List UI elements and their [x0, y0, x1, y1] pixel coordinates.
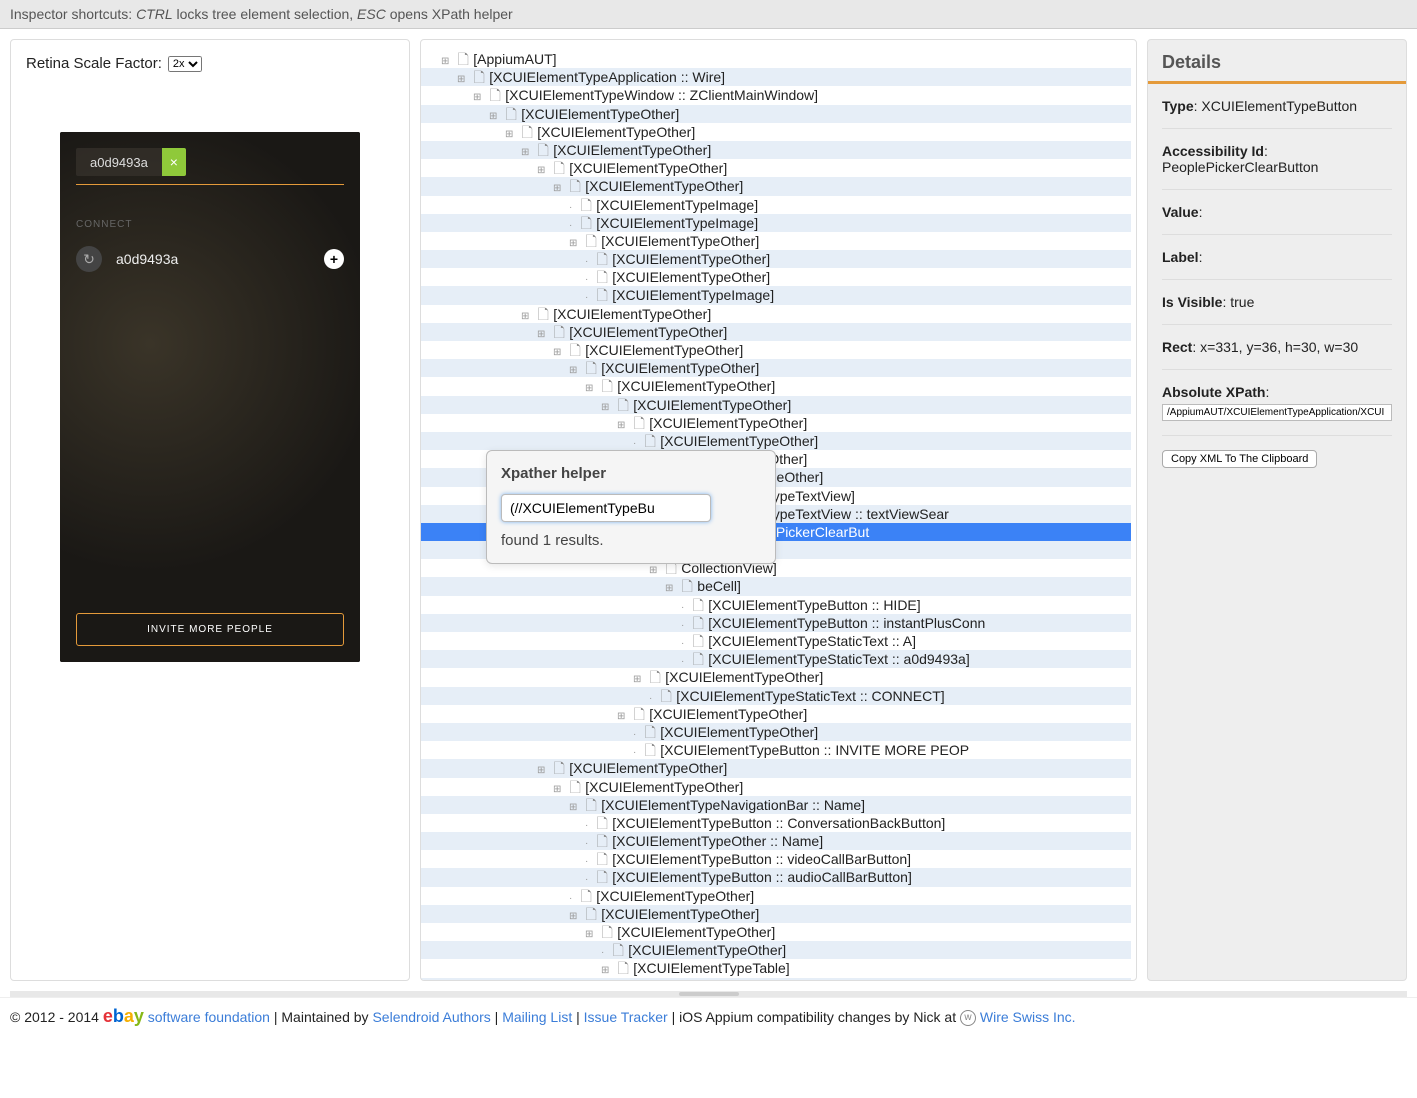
tree-node[interactable]: · 🗋[XCUIElementTypeImage]: [421, 286, 1131, 304]
tree-node[interactable]: ⊞ 🗋[XCUIElementTypeOther]: [421, 668, 1131, 686]
invite-button[interactable]: INVITE MORE PEOPLE: [76, 613, 344, 646]
software-foundation-link[interactable]: software foundation: [148, 1009, 270, 1025]
tree-node[interactable]: ⊞ 🗋[XCUIElementTypeOther]: [421, 377, 1131, 395]
tree-panel: ⊞ 🗋[AppiumAUT]⊞ 🗋[XCUIElementTypeApplica…: [420, 39, 1137, 981]
tree-node[interactable]: ⊞ 🗋[XCUIElementTypeOther]: [421, 141, 1131, 159]
tree-node[interactable]: ⊞ 🗋[XCUIElementTypeOther]: [421, 396, 1131, 414]
connect-heading: CONNECT: [60, 201, 360, 238]
retina-select[interactable]: 2x: [168, 56, 202, 72]
footer: © 2012 - 2014 ebay software foundation |…: [0, 997, 1417, 1035]
tree-node[interactable]: · 🗋[XCUIElementTypeStaticText :: A]: [421, 632, 1131, 650]
tree-node[interactable]: · 🗋[XCUIElementTypeImage]: [421, 196, 1131, 214]
clear-icon[interactable]: ×: [162, 148, 186, 176]
tree-node[interactable]: ⊞ 🗋[XCUIElementTypeOther]: [421, 705, 1131, 723]
copy-xml-button[interactable]: Copy XML To The Clipboard: [1162, 450, 1317, 468]
tree-node[interactable]: ⊞ 🗋[XCUIElementTypeNavigationBar :: Name…: [421, 796, 1131, 814]
wire-link[interactable]: Wire Swiss Inc.: [980, 1009, 1076, 1025]
tree-node[interactable]: ⊞ 🗋[XCUIElementTypeApplication :: Wire]: [421, 68, 1131, 86]
xpather-input[interactable]: [501, 494, 711, 522]
tree-node[interactable]: · 🗋[XCUIElementTypeOther :: Name]: [421, 832, 1131, 850]
detail-label: Label:: [1162, 235, 1392, 280]
tree-node[interactable]: · 🗋[XCUIElementTypeStaticText :: CONNECT…: [421, 687, 1131, 705]
tree-node[interactable]: · 🗋[XCUIElementTypeButton :: INVITE MORE…: [421, 741, 1131, 759]
tree-node[interactable]: · 🗋[XCUIElementTypeOther]: [421, 723, 1131, 741]
detail-value: Value:: [1162, 190, 1392, 235]
tree-node[interactable]: ⊞ 🗋[XCUIElementTypeOther]: [421, 232, 1131, 250]
tree-node[interactable]: ⊞ 🗋[XCUIElementTypeOther]: [421, 414, 1131, 432]
tree-node[interactable]: · 🗋[XCUIElementTypeOther]: [421, 250, 1131, 268]
contact-name: a0d9493a: [116, 251, 324, 267]
tree-node[interactable]: · 🗋[XCUIElementTypeStaticText :: a0d9493…: [421, 650, 1131, 668]
tree-node[interactable]: ⊞ 🗋[XCUIElementTypeTable]: [421, 959, 1131, 977]
tree-node[interactable]: ⊞ 🗋[XCUIElementTypeCell]: [421, 978, 1131, 980]
tree-node[interactable]: · 🗋[XCUIElementTypeButton :: instantPlus…: [421, 614, 1131, 632]
retina-label: Retina Scale Factor:: [26, 55, 162, 72]
tree-node[interactable]: ⊞ 🗋[XCUIElementTypeOther]: [421, 305, 1131, 323]
xpather-helper: Xpather helper found 1 results.: [486, 450, 776, 564]
tree-node[interactable]: ⊞ 🗋[XCUIElementTypeOther]: [421, 905, 1131, 923]
tree-node[interactable]: ⊞ 🗋[XCUIElementTypeOther]: [421, 123, 1131, 141]
plus-icon[interactable]: +: [324, 249, 344, 269]
tree-node[interactable]: ⊞ 🗋[AppiumAUT]: [421, 50, 1131, 68]
xpather-results: found 1 results.: [501, 532, 761, 549]
tree-node[interactable]: ⊞ 🗋[XCUIElementTypeOther]: [421, 159, 1131, 177]
tree-node[interactable]: · 🗋[XCUIElementTypeButton :: audioCallBa…: [421, 868, 1131, 886]
tree-node[interactable]: · 🗋[XCUIElementTypeButton :: Conversatio…: [421, 814, 1131, 832]
detail-accessibility: Accessibility Id:PeoplePickerClearButton: [1162, 129, 1392, 190]
tree-node[interactable]: ⊞ 🗋[XCUIElementTypeOther]: [421, 341, 1131, 359]
tree-node[interactable]: · 🗋[XCUIElementTypeButton :: videoCallBa…: [421, 850, 1131, 868]
tree-node[interactable]: ⊞ 🗋beCell]: [421, 577, 1131, 595]
mailing-list-link[interactable]: Mailing List: [502, 1009, 572, 1025]
detail-xpath: Absolute XPath:: [1162, 370, 1392, 436]
avatar-icon: ↻: [76, 246, 102, 272]
details-header: Details: [1148, 40, 1406, 84]
issue-tracker-link[interactable]: Issue Tracker: [584, 1009, 668, 1025]
xpath-input[interactable]: [1162, 404, 1392, 421]
shortcuts-bar: Inspector shortcuts: CTRL locks tree ele…: [0, 0, 1417, 29]
wire-icon: w: [960, 1010, 976, 1026]
left-panel: Retina Scale Factor: 2x a0d9493a × CONNE…: [10, 39, 410, 981]
tree-node[interactable]: ⊞ 🗋[XCUIElementTypeOther]: [421, 177, 1131, 195]
search-tag-label: a0d9493a: [76, 149, 162, 176]
ebay-logo: ebay: [103, 1006, 144, 1026]
tree-node[interactable]: · 🗋[XCUIElementTypeOther]: [421, 941, 1131, 959]
search-tag: a0d9493a ×: [76, 148, 186, 176]
tree-node[interactable]: ⊞ 🗋[XCUIElementTypeOther]: [421, 359, 1131, 377]
tree-node[interactable]: ⊞ 🗋[XCUIElementTypeOther]: [421, 759, 1131, 777]
tree-node[interactable]: · 🗋[XCUIElementTypeImage]: [421, 214, 1131, 232]
contact-row[interactable]: ↻ a0d9493a +: [60, 238, 360, 280]
tree-node[interactable]: ⊞ 🗋[XCUIElementTypeWindow :: ZClientMain…: [421, 86, 1131, 104]
detail-rect: Rect: x=331, y=36, h=30, w=30: [1162, 325, 1392, 370]
selendroid-link[interactable]: Selendroid Authors: [372, 1009, 490, 1025]
tree-node[interactable]: ⊞ 🗋[XCUIElementTypeOther]: [421, 323, 1131, 341]
tree-node[interactable]: ⊞ 🗋[XCUIElementTypeOther]: [421, 923, 1131, 941]
tree-node[interactable]: · 🗋[XCUIElementTypeOther]: [421, 432, 1131, 450]
detail-type: Type: XCUIElementTypeButton: [1162, 84, 1392, 129]
device-screenshot[interactable]: a0d9493a × CONNECT ↻ a0d9493a + INVITE M…: [60, 132, 360, 662]
detail-visible: Is Visible: true: [1162, 280, 1392, 325]
xpather-title: Xpather helper: [501, 465, 761, 482]
tree-node[interactable]: ⊞ 🗋[XCUIElementTypeOther]: [421, 778, 1131, 796]
tree-node[interactable]: · 🗋[XCUIElementTypeButton :: HIDE]: [421, 596, 1131, 614]
tree-node[interactable]: · 🗋[XCUIElementTypeOther]: [421, 268, 1131, 286]
details-panel: Details Type: XCUIElementTypeButton Acce…: [1147, 39, 1407, 981]
tree-node[interactable]: · 🗋[XCUIElementTypeOther]: [421, 887, 1131, 905]
tree-node[interactable]: ⊞ 🗋[XCUIElementTypeOther]: [421, 105, 1131, 123]
